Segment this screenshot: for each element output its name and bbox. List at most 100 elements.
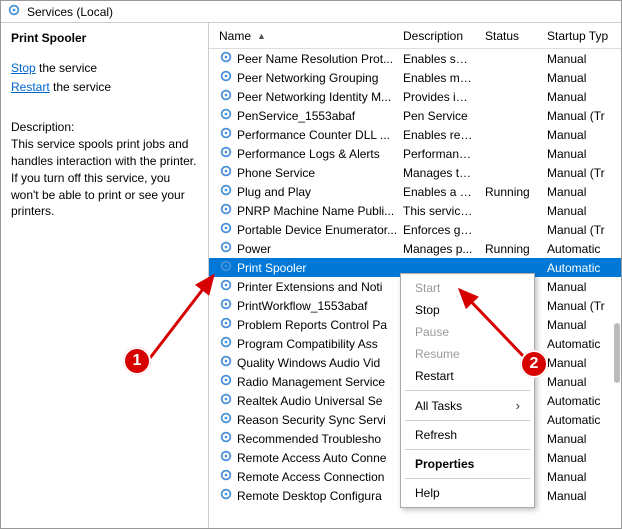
service-row[interactable]: PowerManages p...RunningAutomatic [209,239,621,258]
description-label: Description: [11,120,198,134]
service-row[interactable]: Phone Service Manages th... Manual (Tr [209,163,621,182]
cell-name: Phone Service [213,164,397,181]
service-name-text: Plug and Play [237,185,311,199]
cell-name: Remote Access Auto Conne [213,449,397,466]
service-row[interactable]: Portable Device Enumerator...Enforces gr… [209,220,621,239]
gear-icon [219,164,233,181]
menu-properties[interactable]: Properties [401,453,534,475]
cell-startup: Manual [541,318,621,332]
service-name-text: Remote Desktop Configura [237,489,382,503]
service-name-text: Remote Access Auto Conne [237,451,386,465]
menu-stop[interactable]: Stop [401,299,534,321]
stop-service-link[interactable]: Stop [11,61,36,75]
cell-startup: Manual [541,432,621,446]
cell-name: Portable Device Enumerator... [213,221,397,238]
service-name-text: Radio Management Service [237,375,385,389]
context-menu: Start Stop Pause Resume Restart All Task… [400,273,535,508]
scrollbar-thumb[interactable] [614,323,620,383]
cell-name: PNRP Machine Name Publi... [213,202,397,219]
service-actions: Stop the service Restart the service [11,59,198,96]
cell-name: Peer Networking Identity M... [213,88,397,105]
gear-icon [219,202,233,219]
gear-icon [219,468,233,485]
service-row[interactable]: PNRP Machine Name Publi...This service .… [209,201,621,220]
menu-restart[interactable]: Restart [401,365,534,387]
service-row[interactable]: Peer Name Resolution Prot...Enables serv… [209,49,621,68]
menu-help[interactable]: Help [401,482,534,504]
cell-name: Problem Reports Control Pa [213,316,397,333]
cell-name: Performance Logs & Alerts [213,145,397,162]
cell-name: Peer Name Resolution Prot... [213,50,397,67]
service-name-text: Performance Counter DLL ... [237,128,390,142]
cell-startup: Manual [541,280,621,294]
cell-startup: Manual (Tr [541,109,621,123]
service-name-text: Reason Security Sync Servi [237,413,386,427]
gear-icon [219,259,233,276]
menu-start: Start [401,277,534,299]
column-startup-type[interactable]: Startup Typ [541,25,621,47]
cell-description: Enforces gr... [397,223,479,237]
cell-name: Power [213,240,397,257]
service-name-text: PNRP Machine Name Publi... [237,204,394,218]
cell-startup: Manual (Tr [541,166,621,180]
services-icon [7,3,21,20]
gear-icon [219,487,233,504]
description-text: This service spools print jobs and handl… [11,136,198,220]
cell-startup: Manual [541,356,621,370]
service-row[interactable]: Peer Networking Identity M...Provides id… [209,87,621,106]
restart-service-link[interactable]: Restart [11,80,50,94]
menu-all-tasks[interactable]: All Tasks [401,394,534,417]
cell-name: Printer Extensions and Noti [213,278,397,295]
cell-description: Enables serv... [397,52,479,66]
cell-startup: Manual [541,470,621,484]
cell-description: Enables mul... [397,71,479,85]
menu-refresh[interactable]: Refresh [401,424,534,446]
cell-description: Manages th... [397,166,479,180]
column-name[interactable]: Name ▲ [213,25,397,47]
cell-name: Print Spooler [213,259,397,276]
cell-startup: Manual [541,52,621,66]
submenu-arrow-icon [516,398,520,413]
cell-startup: Automatic [541,337,621,351]
service-row[interactable]: Plug and PlayEnables a c...RunningManual [209,182,621,201]
cell-startup: Manual [541,489,621,503]
cell-name: Performance Counter DLL ... [213,126,397,143]
cell-startup: Automatic [541,413,621,427]
service-name-text: Quality Windows Audio Vid [237,356,380,370]
cell-startup: Manual [541,147,621,161]
gear-icon [219,183,233,200]
cell-status: Running [479,242,541,256]
cell-startup: Manual [541,185,621,199]
gear-icon [219,240,233,257]
annotation-badge-1: 1 [123,347,151,375]
gear-icon [219,88,233,105]
gear-icon [219,373,233,390]
service-name-text: Phone Service [237,166,315,180]
gear-icon [219,145,233,162]
service-row[interactable]: PenService_1553abafPen ServiceManual (Tr [209,106,621,125]
cell-name: PenService_1553abaf [213,107,397,124]
column-name-label: Name [219,29,251,43]
cell-description: Enables a c... [397,185,479,199]
sort-indicator-icon: ▲ [257,31,266,41]
service-row[interactable]: Performance Logs & AlertsPerformanc... Ma… [209,144,621,163]
titlebar: Services (Local) [1,1,621,23]
column-status[interactable]: Status [479,25,541,47]
service-name-text: Program Compatibility Ass [237,337,378,351]
service-row[interactable]: Performance Counter DLL ...Enables rem..… [209,125,621,144]
cell-startup: Automatic [541,394,621,408]
column-description[interactable]: Description [397,25,479,47]
cell-description: Performanc... [397,147,479,161]
service-name-text: Peer Networking Identity M... [237,90,391,104]
service-row[interactable]: Peer Networking GroupingEnables mul...Ma… [209,68,621,87]
gear-icon [219,430,233,447]
gear-icon [219,411,233,428]
menu-resume: Resume [401,343,534,365]
service-name-text: Peer Networking Grouping [237,71,378,85]
gear-icon [219,69,233,86]
gear-icon [219,278,233,295]
restart-suffix: the service [50,80,111,94]
gear-icon [219,126,233,143]
service-name-text: Problem Reports Control Pa [237,318,387,332]
cell-name: Remote Access Connection [213,468,397,485]
